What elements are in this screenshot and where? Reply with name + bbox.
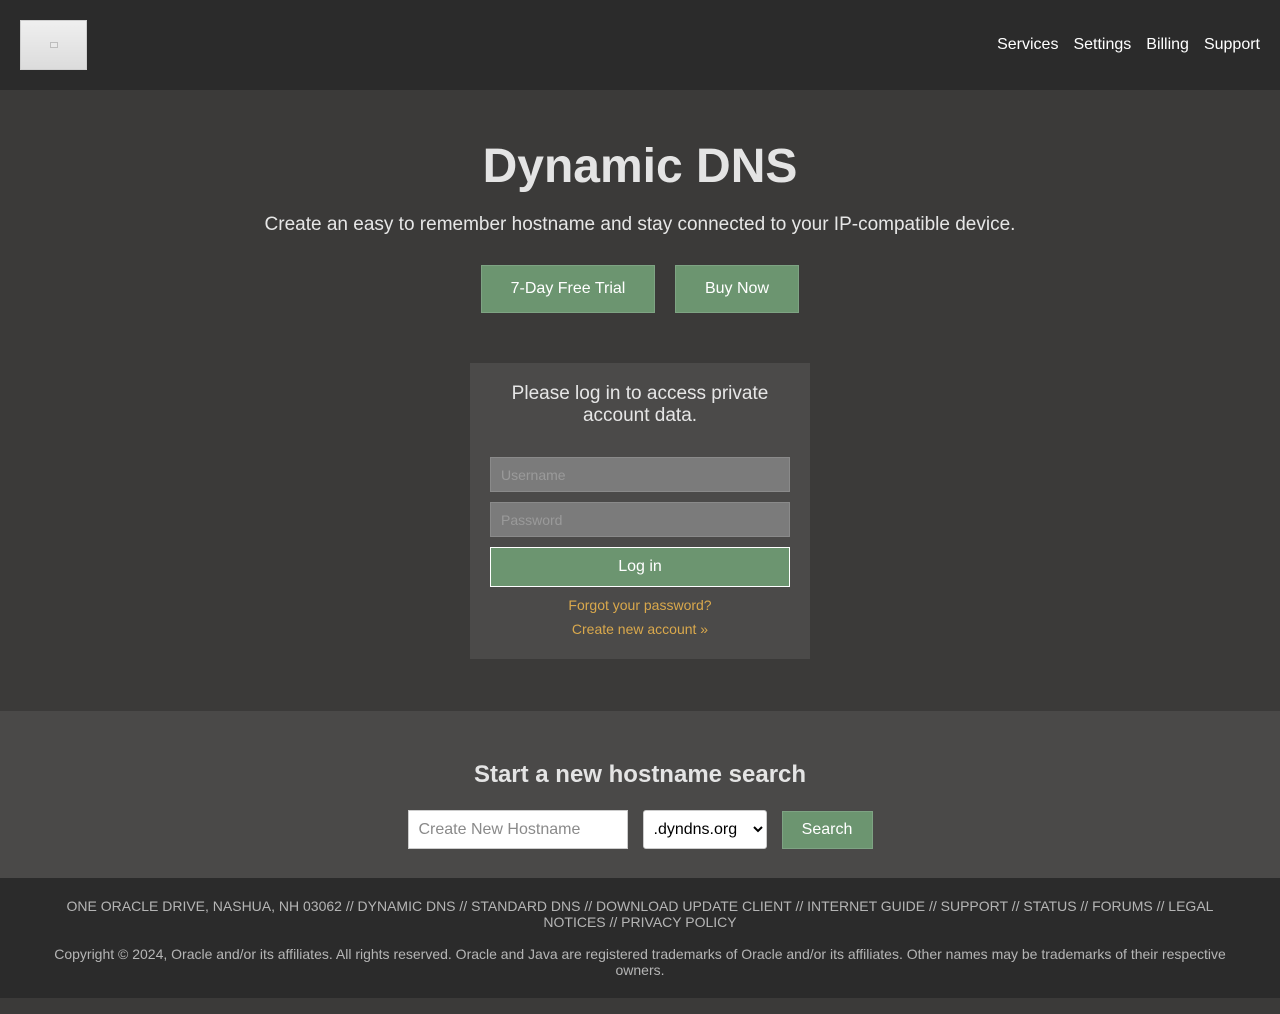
footer-copyright: Copyright © 2024, Oracle and/or its affi… [54,946,1226,978]
site-footer: ONE ORACLE DRIVE, NASHUA, NH 03062 // DY… [0,878,1280,998]
nav-services[interactable]: Services [997,36,1058,54]
hero-section: Dynamic DNS Create an easy to remember h… [0,90,1280,711]
forgot-password-link[interactable]: Forgot your password? [490,597,790,613]
main-nav: Services Settings Billing Support [997,36,1260,54]
hostname-input[interactable] [407,810,628,849]
logo-image-icon [49,42,58,48]
hostname-search-section: Start a new hostname search .dyndns.org … [0,711,1280,878]
free-trial-button[interactable]: 7-Day Free Trial [481,265,655,313]
search-heading: Start a new hostname search [473,761,807,788]
search-form: .dyndns.org Search [0,810,1280,849]
create-account-link[interactable]: Create new account » [490,621,790,637]
hero-subtitle: Create an easy to remember hostname and … [264,214,1016,235]
password-input[interactable] [490,502,790,537]
page-title: Dynamic DNS [482,140,798,193]
bottom-strip [0,998,1280,1014]
nav-settings[interactable]: Settings [1073,36,1131,54]
cta-buttons: 7-Day Free Trial Buy Now [0,265,1280,313]
username-input[interactable] [490,457,790,492]
login-panel: Please log in to access private account … [470,363,810,659]
top-header: Services Settings Billing Support [0,0,1280,90]
footer-links[interactable]: ONE ORACLE DRIVE, NASHUA, NH 03062 // DY… [30,898,1250,930]
site-logo[interactable] [20,20,87,70]
nav-billing[interactable]: Billing [1146,36,1189,54]
login-message: Please log in to access private account … [511,383,769,426]
buy-now-button[interactable]: Buy Now [675,265,799,313]
domain-select[interactable]: .dyndns.org [642,810,767,849]
nav-support[interactable]: Support [1204,36,1260,54]
login-button[interactable]: Log in [490,547,790,587]
search-button[interactable]: Search [781,810,873,849]
